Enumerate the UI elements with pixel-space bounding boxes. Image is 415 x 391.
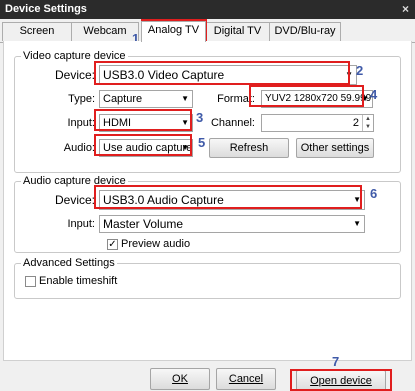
type-select[interactable]: Capture ▼	[99, 90, 193, 108]
close-icon[interactable]: ×	[402, 2, 409, 16]
chevron-down-icon: ▼	[353, 219, 361, 228]
audio-input-select[interactable]: Master Volume ▼	[99, 215, 365, 233]
format-select[interactable]: YUV2 1280x720 59.9999 ▼	[261, 90, 373, 108]
timeshift-checkbox[interactable]	[25, 276, 36, 287]
chevron-down-icon: ▼	[181, 118, 189, 127]
tab-dvd-bluray[interactable]: DVD/Blu-ray	[269, 22, 341, 41]
audio-capture-group: Audio capture device Device: USB3.0 Audi…	[14, 175, 401, 253]
type-value: Capture	[103, 93, 143, 105]
marker-6: 6	[370, 186, 378, 201]
audio-capture-legend: Audio capture device	[21, 175, 128, 187]
tab-screen-capture[interactable]: Screen Capture	[2, 22, 72, 54]
channel-value: 2	[352, 117, 359, 129]
tab-webcam[interactable]: Webcam	[71, 22, 139, 41]
channel-stepper[interactable]: 2 ▲ ▼	[261, 114, 374, 132]
audio-label: Audio:	[63, 142, 95, 154]
other-settings-button[interactable]: Other settings	[296, 138, 374, 158]
channel-label: Channel:	[210, 117, 255, 129]
timeshift-label: Enable timeshift	[39, 275, 118, 287]
marker-2: 2	[356, 63, 364, 78]
tab-digital-tv[interactable]: Digital TV	[205, 22, 270, 41]
stepper-arrows-icon[interactable]: ▲ ▼	[362, 115, 373, 131]
video-capture-legend: Video capture device	[21, 50, 128, 62]
format-label: Format:	[217, 93, 255, 105]
audio-input-label: Input:	[67, 218, 95, 230]
settings-panel: Video capture device Device: USB3.0 Vide…	[3, 41, 412, 361]
marker-7: 7	[332, 354, 340, 369]
audio-select[interactable]: Use audio capture de ▼	[99, 139, 193, 157]
audio-device-value: USB3.0 Audio Capture	[103, 193, 224, 207]
video-device-label: Device:	[54, 68, 95, 82]
marker-5: 5	[198, 135, 206, 150]
chevron-down-icon: ▼	[181, 94, 189, 103]
input-value: HDMI	[103, 117, 132, 129]
chevron-down-icon: ▼	[181, 143, 189, 152]
ok-button[interactable]: OK	[150, 368, 210, 390]
audio-input-value: Master Volume	[103, 217, 184, 231]
tab-analog-tv[interactable]: Analog TV	[141, 21, 206, 42]
marker-4: 4	[370, 87, 378, 102]
chevron-down-icon: ▼	[345, 70, 353, 79]
format-value: YUV2 1280x720 59.9999	[265, 93, 372, 104]
device-settings-window: Screen Capture Webcam Analog TV Digital …	[0, 19, 415, 391]
chevron-down-icon: ▼	[353, 195, 361, 204]
tab-strip: Screen Capture Webcam Analog TV Digital …	[0, 21, 415, 54]
open-device-button[interactable]: Open device	[296, 370, 386, 391]
audio-value: Use audio capture de	[103, 142, 192, 154]
input-label: Input:	[67, 117, 95, 129]
video-capture-group: Video capture device Device: USB3.0 Vide…	[14, 50, 401, 173]
type-label: Type:	[68, 93, 95, 105]
marker-3: 3	[196, 110, 204, 125]
video-device-select[interactable]: USB3.0 Video Capture ▼	[99, 65, 357, 85]
title-bar: Device Settings ×	[0, 0, 415, 19]
cancel-button[interactable]: Cancel	[216, 368, 276, 390]
input-select[interactable]: HDMI ▼	[99, 114, 193, 132]
audio-device-select[interactable]: USB3.0 Audio Capture ▼	[99, 190, 365, 210]
preview-audio-checkbox[interactable]: ✓	[107, 239, 118, 250]
audio-device-label: Device:	[54, 193, 95, 207]
chevron-down-icon: ▼	[361, 94, 369, 103]
video-device-value: USB3.0 Video Capture	[103, 68, 225, 82]
advanced-settings-legend: Advanced Settings	[21, 257, 117, 269]
refresh-button[interactable]: Refresh	[209, 138, 289, 158]
advanced-settings-group: Advanced Settings Enable timeshift	[14, 257, 401, 299]
window-title: Device Settings	[5, 3, 87, 15]
preview-audio-label: Preview audio	[121, 238, 191, 250]
